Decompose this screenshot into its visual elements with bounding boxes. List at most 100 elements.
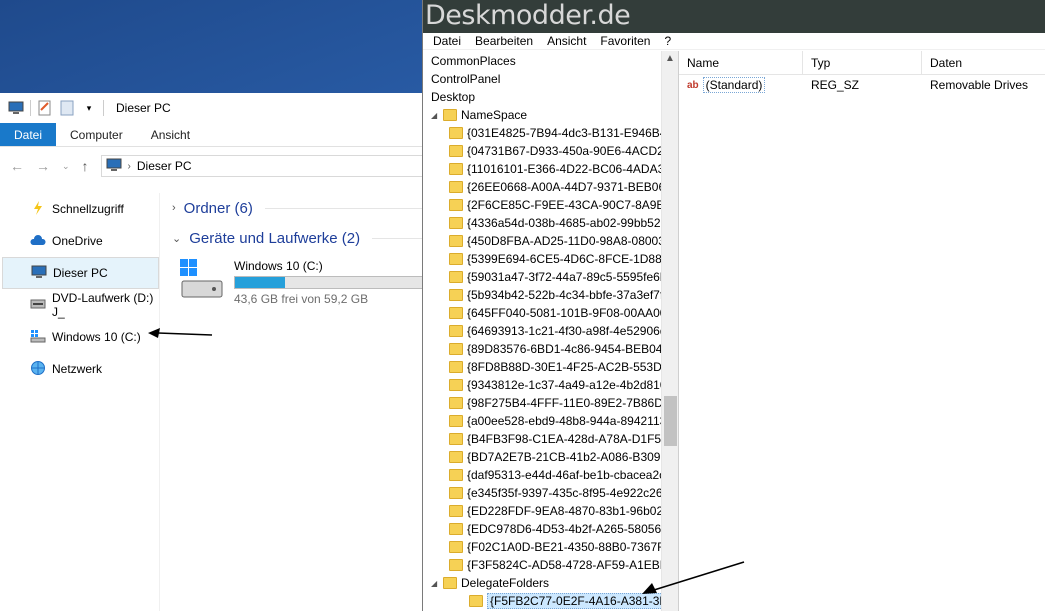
scroll-up-icon[interactable]: ▲ <box>665 53 675 64</box>
tree-node-label: {8FD8B88D-30E1-4F25-AC2B-553D3D <box>467 360 678 374</box>
tree-node-clsid[interactable]: {5399E694-6CE5-4D6C-8FCE-1D8870 <box>449 250 678 268</box>
forward-icon[interactable]: → <box>36 158 50 174</box>
tree-node-label: {2F6CE85C-F9EE-43CA-90C7-8A9BD <box>467 198 674 212</box>
tree-node-clsid[interactable]: {89D83576-6BD1-4c86-9454-BEB04E <box>449 340 678 358</box>
menu-favoriten[interactable]: Favoriten <box>600 34 650 48</box>
namespace-children: {031E4825-7B94-4dc3-B131-E946B44 {04731B6… <box>423 124 678 574</box>
drive-usage-bar <box>234 276 424 289</box>
tree-node-namespace[interactable]: ◢ NameSpace <box>431 106 678 124</box>
value-row[interactable]: ab (Standard) REG_SZ Removable Drives <box>679 75 1045 95</box>
tree-node-clsid[interactable]: {450D8FBA-AD25-11D0-98A8-080036 <box>449 232 678 250</box>
nav-item-netzwerk[interactable]: Netzwerk <box>2 353 159 385</box>
column-header-typ[interactable]: Typ <box>803 51 922 74</box>
back-icon[interactable]: ← <box>10 158 24 174</box>
nav-item-windows-10-c[interactable]: Windows 10 (C:) <box>2 321 159 353</box>
registry-editor-window: Deskmodder.de Datei Bearbeiten Ansicht F… <box>422 0 1045 611</box>
string-value-icon: ab <box>687 79 699 91</box>
menu-datei[interactable]: Datei <box>433 34 461 48</box>
recent-locations-icon[interactable]: ⌄ <box>62 161 70 172</box>
tree-node[interactable]: ControlPanel <box>431 70 678 88</box>
nav-item-label: DVD-Laufwerk (D:) J_ <box>52 291 154 319</box>
breadcrumb-separator[interactable]: › <box>128 161 131 172</box>
folder-icon <box>449 289 463 301</box>
column-header-name[interactable]: Name <box>679 51 803 74</box>
tree-node-clsid[interactable]: {031E4825-7B94-4dc3-B131-E946B44 <box>449 124 678 142</box>
drive-tile[interactable]: Windows 10 (C:) 43,6 GB frei von 59,2 GB <box>172 257 426 306</box>
new-folder-icon[interactable] <box>59 100 75 116</box>
value-data: Removable Drives <box>930 78 1029 92</box>
tree-node-label: {89D83576-6BD1-4c86-9454-BEB04E <box>467 342 671 356</box>
tree-node-label: {450D8FBA-AD25-11D0-98A8-080036 <box>467 234 672 248</box>
customize-quick-access-icon[interactable]: ▾ <box>81 100 97 116</box>
tree-node-label: {a00ee528-ebd9-48b8-944a-8942113 <box>467 414 667 428</box>
tree-node-clsid[interactable]: {ED228FDF-9EA8-4870-83b1-96b02C <box>449 502 678 520</box>
tree-node-label: {daf95313-e44d-46af-be1b-cbacea2c <box>467 468 666 482</box>
tree-node-clsid[interactable]: {98F275B4-4FFF-11E0-89E2-7B86DFD <box>449 394 678 412</box>
menu-ansicht[interactable]: Ansicht <box>547 34 586 48</box>
dvd-icon <box>30 297 46 314</box>
folder-icon <box>449 325 463 337</box>
tree-node-clsid[interactable]: {04731B67-D933-450a-90E6-4ACD2E <box>449 142 678 160</box>
tree-node-clsid[interactable]: {8FD8B88D-30E1-4F25-AC2B-553D3D <box>449 358 678 376</box>
tree-node-clsid[interactable]: {64693913-1c21-4f30-a98f-4e52906d <box>449 322 678 340</box>
tree-node-clsid[interactable]: {B4FB3F98-C1EA-428d-A78A-D1F565 <box>449 430 678 448</box>
tree-node-clsid[interactable]: {F02C1A0D-BE21-4350-88B0-7367FC <box>449 538 678 556</box>
tree-scrollbar[interactable]: ▲ <box>661 51 678 611</box>
properties-icon[interactable] <box>37 100 53 116</box>
tree-node[interactable]: Desktop <box>431 88 678 106</box>
nav-item-schnellzugriff[interactable]: Schnellzugriff <box>2 193 159 225</box>
folder-icon <box>449 397 463 409</box>
computer-icon[interactable] <box>8 100 24 116</box>
tab-ansicht[interactable]: Ansicht <box>137 123 204 146</box>
up-icon[interactable]: ↑ <box>82 158 89 174</box>
nav-item-dvd-laufwerk[interactable]: DVD-Laufwerk (D:) J_ <box>2 289 159 321</box>
nav-item-onedrive[interactable]: OneDrive <box>2 225 159 257</box>
group-folders[interactable]: › Ordner (6) <box>172 193 426 223</box>
tree-node-clsid[interactable]: {4336a54d-038b-4685-ab02-99bb52c <box>449 214 678 232</box>
registry-tree: CommonPlaces ControlPanel Desktop ◢ Name… <box>423 51 679 611</box>
breadcrumb[interactable]: Dieser PC <box>137 159 192 173</box>
tree-node-clsid[interactable]: {e345f35f-9397-435c-8f95-4e922c262 <box>449 484 678 502</box>
divider <box>372 237 426 239</box>
tree-node-clsid[interactable]: {26EE0668-A00A-44D7-9371-BEB064 <box>449 178 678 196</box>
tree-node-clsid[interactable]: {9343812e-1c37-4a49-a12e-4b2d810 <box>449 376 678 394</box>
watermark: Deskmodder.de <box>425 0 631 31</box>
group-devices[interactable]: ⌄ Geräte und Laufwerke (2) <box>172 223 426 253</box>
divider <box>103 100 104 116</box>
tree-node[interactable]: CommonPlaces <box>431 52 678 70</box>
nav-item-dieser-pc[interactable]: Dieser PC <box>2 257 159 289</box>
tree-node-label: CommonPlaces <box>431 54 516 68</box>
scrollbar-thumb[interactable] <box>664 396 677 446</box>
tree-node-clsid[interactable]: {daf95313-e44d-46af-be1b-cbacea2c <box>449 466 678 484</box>
folder-icon <box>449 145 463 157</box>
collapse-icon[interactable]: ◢ <box>431 579 439 588</box>
tree-node-clsid[interactable]: {645FF040-5081-101B-9F08-00AA002 <box>449 304 678 322</box>
folder-icon <box>449 469 463 481</box>
group-label: Geräte und Laufwerke (2) <box>189 229 361 247</box>
tree-node-clsid[interactable]: {59031a47-3f72-44a7-89c5-5595fe6b <box>449 268 678 286</box>
tree-node-clsid[interactable]: {a00ee528-ebd9-48b8-944a-8942113 <box>449 412 678 430</box>
explorer-titlebar: ▾ Dieser PC <box>0 93 426 123</box>
tree-node-label: {11016101-E366-4D22-BC06-4ADA33 <box>467 162 671 176</box>
tree-node-clsid[interactable]: {BD7A2E7B-21CB-41b2-A086-B30968 <box>449 448 678 466</box>
tree-node-label: {BD7A2E7B-21CB-41b2-A086-B30968 <box>467 450 674 464</box>
tree-node-clsid[interactable]: {2F6CE85C-F9EE-43CA-90C7-8A9BD <box>449 196 678 214</box>
column-header-daten[interactable]: Daten <box>922 51 1045 74</box>
tree-node-clsid[interactable]: {5b934b42-522b-4c34-bbfe-37a3ef7f <box>449 286 678 304</box>
chevron-down-icon: ⌄ <box>172 232 182 245</box>
tree-node-label: {F02C1A0D-BE21-4350-88B0-7367FC <box>467 540 674 554</box>
tree-node-clsid[interactable]: {11016101-E366-4D22-BC06-4ADA33 <box>449 160 678 178</box>
folder-icon <box>449 559 463 571</box>
group-label: Ordner (6) <box>183 199 253 217</box>
folder-icon <box>449 541 463 553</box>
menu-help[interactable]: ? <box>664 34 671 48</box>
tree-node-label: {64693913-1c21-4f30-a98f-4e52906d <box>467 324 667 338</box>
tree-node-clsid[interactable]: {EDC978D6-4D53-4b2f-A265-580567 <box>449 520 678 538</box>
collapse-icon[interactable]: ◢ <box>431 111 439 120</box>
drive-usage-fill <box>235 277 285 288</box>
address-bar[interactable]: › Dieser PC <box>100 155 426 177</box>
tab-computer[interactable]: Computer <box>56 123 137 146</box>
menu-bearbeiten[interactable]: Bearbeiten <box>475 34 533 48</box>
chevron-right-icon: › <box>172 202 176 214</box>
tab-datei[interactable]: Datei <box>0 123 57 146</box>
